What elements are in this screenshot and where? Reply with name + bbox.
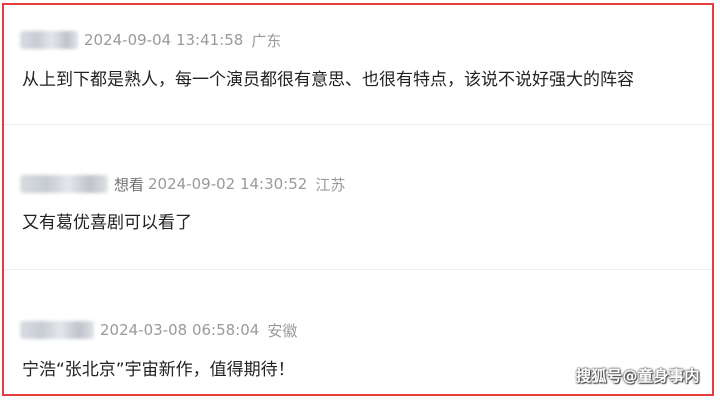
watermark: 搜狐号@童身事内 [575, 367, 700, 385]
comment-location: 江苏 [315, 175, 346, 194]
blurred-username[interactable] [20, 31, 78, 49]
comment-text: 宁浩“张北京”宇宙新作，值得期待！ [22, 360, 295, 380]
comment-meta: 2024-03-08 06:58:04 安徽 [20, 319, 297, 341]
comment-location: 安徽 [267, 321, 298, 340]
comment-timestamp: 2024-09-02 14:30:52 [148, 175, 308, 193]
blurred-username[interactable] [20, 321, 94, 339]
comment-text: 又有葛优喜剧可以看了 [22, 213, 192, 233]
comment-meta: 想看 2024-09-02 14:30:52 江苏 [20, 173, 345, 195]
username-fragment: 想看 [114, 175, 145, 194]
comment-divider [4, 124, 712, 125]
comment-location: 广东 [251, 31, 282, 50]
comment-meta: 2024-09-04 13:41:58 广东 [20, 29, 281, 51]
comment-timestamp: 2024-03-08 06:58:04 [100, 321, 260, 339]
comment-text: 从上到下都是熟人，每一个演员都很有意思、也很有特点，该说不说好强大的阵容 [22, 70, 634, 90]
comment-timestamp: 2024-09-04 13:41:58 [84, 31, 244, 49]
blurred-username[interactable] [20, 175, 108, 193]
comments-panel: 2024-09-04 13:41:58 广东 从上到下都是熟人，每一个演员都很有… [2, 3, 714, 396]
comment-divider [4, 269, 712, 270]
